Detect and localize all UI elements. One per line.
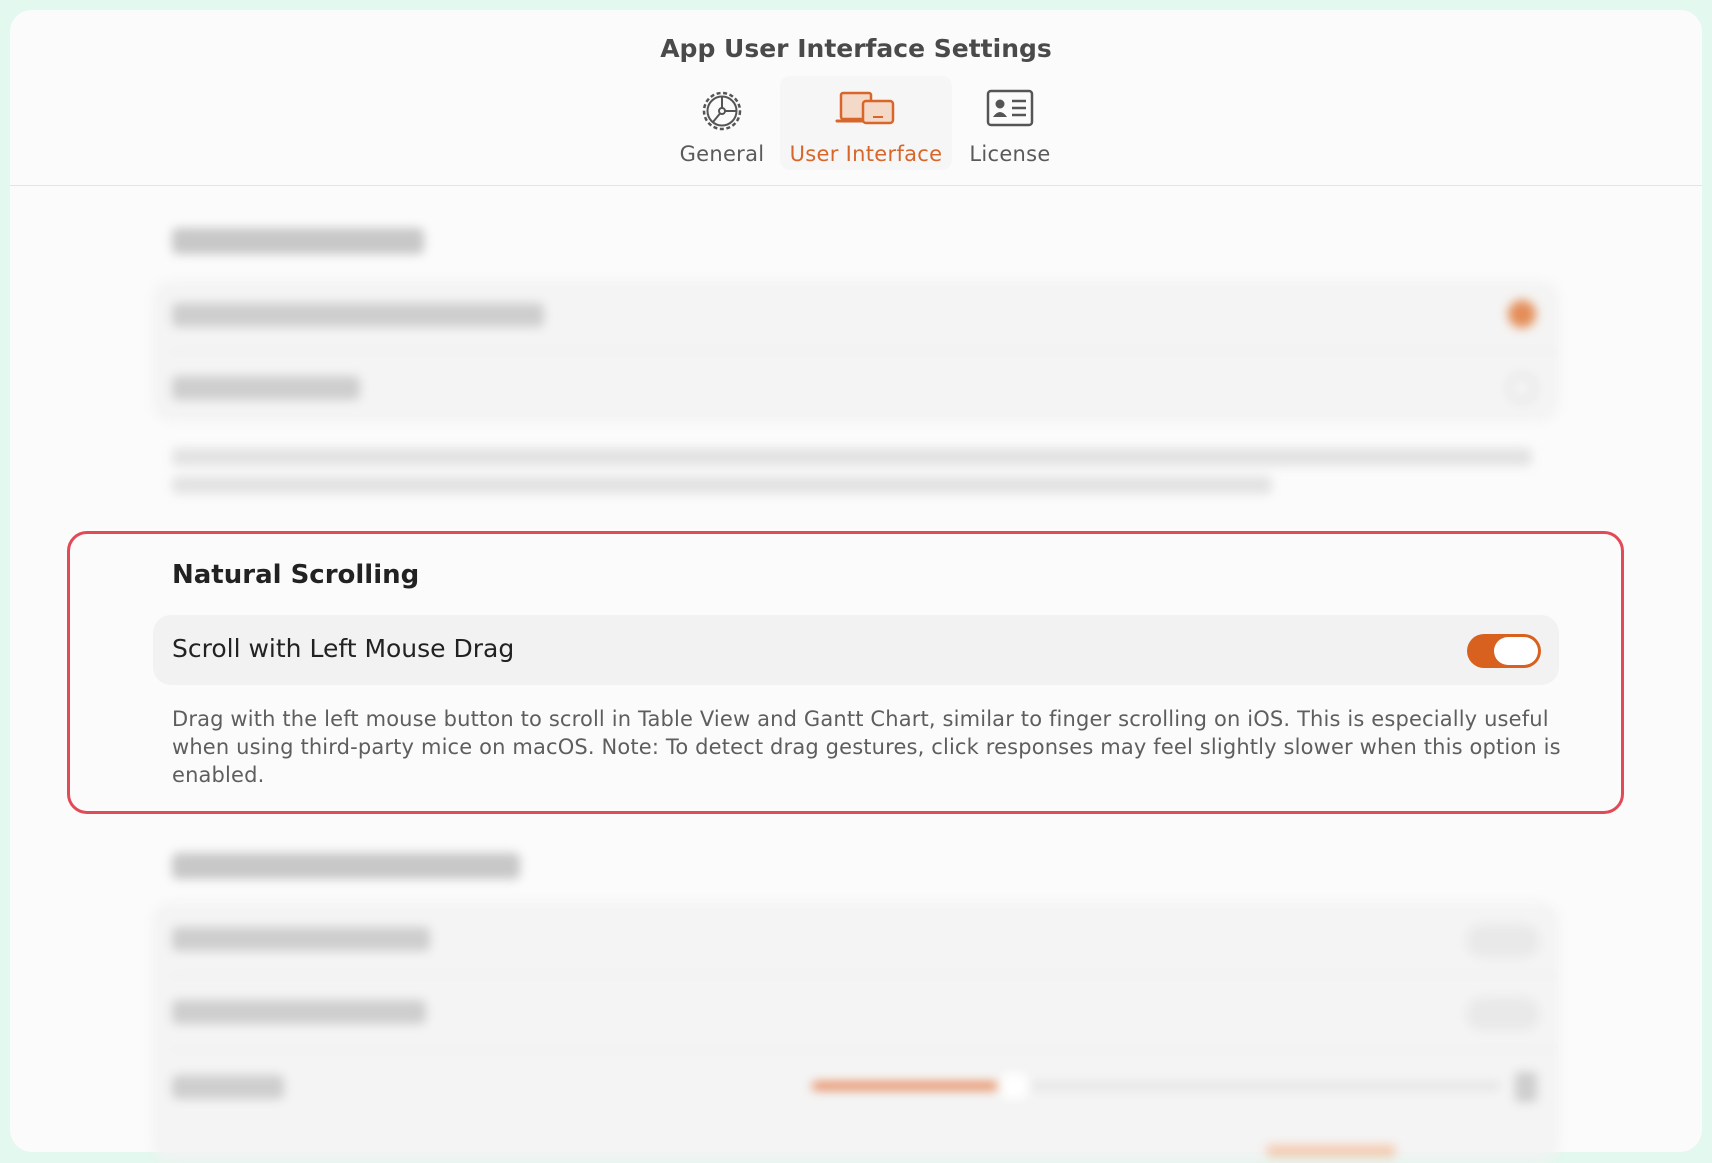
description-placeholder xyxy=(172,448,1532,466)
slider-track xyxy=(998,1082,1500,1090)
row-separator xyxy=(172,975,1559,976)
id-card-icon xyxy=(985,88,1035,132)
row-separator xyxy=(172,1049,1559,1050)
font-size-large-icon xyxy=(1515,1072,1537,1102)
row-label-placeholder xyxy=(172,927,430,951)
scroll-drag-toggle[interactable] xyxy=(1467,634,1541,668)
radio-selected[interactable] xyxy=(1508,300,1536,328)
gear-icon xyxy=(699,88,745,138)
toggle-off[interactable] xyxy=(1466,997,1540,1031)
scroll-with-left-mouse-drag-label: Scroll with Left Mouse Drag xyxy=(172,634,515,663)
toolbar: App User Interface Settings General User… xyxy=(10,10,1702,186)
description-placeholder xyxy=(172,476,1272,494)
natural-scrolling-card: Scroll with Left Mouse Drag xyxy=(153,615,1559,685)
devices-icon xyxy=(835,88,897,136)
toggle-knob xyxy=(1494,637,1538,665)
row-label-placeholder xyxy=(172,303,544,327)
section-title-placeholder xyxy=(172,228,424,254)
row-label-placeholder xyxy=(172,376,360,400)
section-title-placeholder xyxy=(172,853,520,879)
toggle-off[interactable] xyxy=(1466,924,1540,958)
row-label-placeholder xyxy=(172,1075,284,1099)
tab-license[interactable]: License xyxy=(924,76,1096,170)
natural-scrolling-title: Natural Scrolling xyxy=(172,560,420,590)
natural-scrolling-description: Drag with the left mouse button to scrol… xyxy=(172,707,1561,787)
button-placeholder[interactable] xyxy=(1266,1145,1396,1157)
slider-knob[interactable] xyxy=(998,1072,1030,1100)
radio-unselected[interactable] xyxy=(1508,374,1536,402)
window-title: App User Interface Settings xyxy=(660,34,1052,63)
row-label-placeholder xyxy=(172,1000,426,1024)
slider-filled xyxy=(812,1082,998,1090)
row-separator xyxy=(172,351,1559,352)
tab-license-label: License xyxy=(969,142,1051,166)
